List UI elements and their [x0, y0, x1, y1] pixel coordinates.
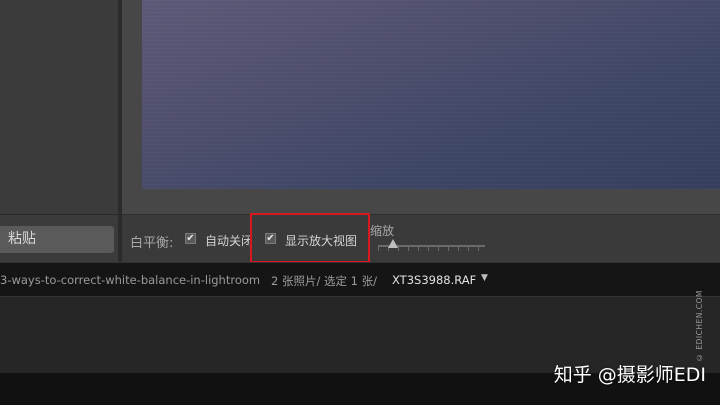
folder-path[interactable]: 3-ways-to-correct-white-balance-in-light… — [0, 273, 260, 287]
zoom-slider-thumb[interactable] — [388, 239, 398, 248]
zoom-label: 缩放 — [370, 224, 395, 238]
toolbar: 白平衡: ✔ 自动关闭 ✔ 显示放大视图 — [122, 214, 720, 262]
vertical-watermark: © EDICHEN.COM — [695, 290, 704, 362]
highlight-box — [250, 213, 370, 263]
panel-divider — [0, 214, 122, 215]
zhihu-watermark: 知乎 @摄影师EDI — [553, 364, 706, 386]
photo-preview — [142, 0, 720, 189]
filmstrip-info-bar: 3-ways-to-correct-white-balance-in-light… — [0, 262, 720, 297]
left-panel — [0, 0, 122, 262]
white-balance-label: 白平衡: — [130, 236, 174, 251]
selected-filename[interactable]: XT3S3988.RAF — [392, 273, 476, 287]
auto-dismiss-checkbox[interactable]: ✔ — [185, 233, 196, 244]
loupe-view — [122, 0, 720, 214]
paste-button[interactable]: 粘贴 — [0, 226, 114, 253]
auto-dismiss-label: 自动关闭 — [205, 234, 254, 248]
chevron-down-icon[interactable]: ▼ — [481, 273, 488, 283]
photo-count: 2 张照片/ 选定 1 张/ — [271, 274, 378, 288]
